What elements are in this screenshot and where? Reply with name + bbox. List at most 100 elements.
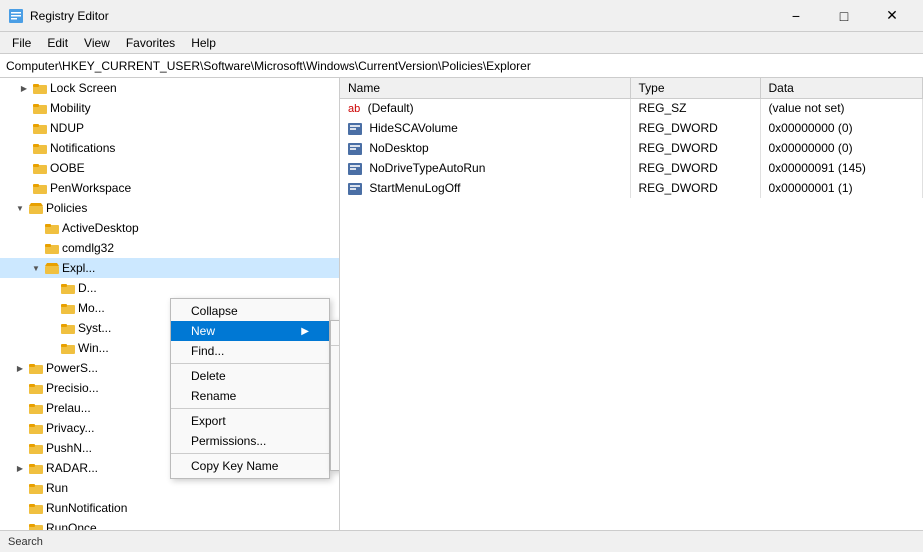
tree-item-run[interactable]: Run — [0, 478, 339, 498]
reg-type: REG_DWORD — [630, 178, 760, 198]
folder-icon — [60, 300, 76, 316]
ctx-permissions[interactable]: Permissions... — [171, 431, 329, 451]
tree-arrow — [46, 342, 58, 354]
folder-open-icon — [44, 260, 60, 276]
menu-favorites[interactable]: Favorites — [118, 34, 183, 52]
menu-bar: File Edit View Favorites Help — [0, 32, 923, 54]
menu-view[interactable]: View — [76, 34, 118, 52]
ab-icon: ab — [348, 103, 360, 115]
sub-key[interactable]: Key — [331, 323, 340, 343]
minimize-button[interactable]: − — [773, 0, 819, 32]
table-row[interactable]: StartMenuLogOff REG_DWORD 0x00000001 (1) — [340, 178, 923, 198]
reg-type: REG_DWORD — [630, 118, 760, 138]
tree-item-ndup[interactable]: NDUP — [0, 118, 339, 138]
reg-value-icon — [348, 143, 362, 155]
sub-binary-value[interactable]: Binary Value — [331, 368, 340, 388]
tree-label: Mo... — [78, 301, 105, 315]
tree-arrow — [18, 162, 30, 174]
folder-icon — [28, 520, 44, 530]
window-title: Registry Editor — [30, 9, 773, 23]
folder-icon — [60, 280, 76, 296]
sub-separator-1 — [331, 345, 340, 346]
tree-item-activedesktop[interactable]: ActiveDesktop — [0, 218, 339, 238]
folder-icon — [32, 120, 48, 136]
ctx-copy-key-name[interactable]: Copy Key Name — [171, 456, 329, 476]
folder-icon — [28, 360, 44, 376]
menu-file[interactable]: File — [4, 34, 39, 52]
ctx-separator-3 — [171, 453, 329, 454]
context-menu: Collapse New ▶ Find... Delete Rename Exp… — [170, 298, 330, 479]
sub-qword-value[interactable]: QWORD (64-bit) Value — [331, 408, 340, 428]
reg-type: REG_DWORD — [630, 158, 760, 178]
tree-item-comdlg32[interactable]: comdlg32 — [0, 238, 339, 258]
close-button[interactable]: ✕ — [869, 0, 915, 32]
ctx-collapse[interactable]: Collapse — [171, 301, 329, 321]
reg-data: 0x00000000 (0) — [760, 138, 923, 158]
tree-item-policies[interactable]: ▼ Policies — [0, 198, 339, 218]
tree-item-explorer[interactable]: ▼ Expl... — [0, 258, 339, 278]
table-row[interactable]: ab (Default) REG_SZ (value not set) — [340, 98, 923, 118]
tree-label: RunNotification — [46, 501, 127, 515]
tree-item-mobility[interactable]: Mobility — [0, 98, 339, 118]
reg-name: ab (Default) — [340, 98, 630, 118]
sub-string-value[interactable]: String Value — [331, 348, 340, 368]
table-row[interactable]: NoDesktop REG_DWORD 0x00000000 (0) — [340, 138, 923, 158]
window-controls: − □ ✕ — [773, 0, 915, 32]
tree-label: ActiveDesktop — [62, 221, 139, 235]
tree-label: OOBE — [50, 161, 85, 175]
tree-arrow — [14, 442, 26, 454]
table-row[interactable]: NoDriveTypeAutoRun REG_DWORD 0x00000091 … — [340, 158, 923, 178]
folder-icon — [32, 180, 48, 196]
tree-arrow: ▶ — [14, 462, 26, 474]
tree-item-penworkspace[interactable]: PenWorkspace — [0, 178, 339, 198]
tree-arrow — [18, 122, 30, 134]
tree-label: PenWorkspace — [50, 181, 131, 195]
tree-arrow — [14, 522, 26, 530]
reg-type: REG_DWORD — [630, 138, 760, 158]
folder-icon — [32, 160, 48, 176]
sub-multi-string[interactable]: Multi-String Value — [331, 428, 340, 448]
registry-table: Name Type Data ab (Default) REG_SZ (valu… — [340, 78, 923, 198]
sub-expandable-string[interactable]: Expandable String Value — [331, 448, 340, 468]
folder-icon — [60, 340, 76, 356]
ctx-label: Find... — [191, 344, 224, 358]
reg-name: NoDriveTypeAutoRun — [340, 158, 630, 178]
tree-item-d[interactable]: D... — [0, 278, 339, 298]
status-text: Search — [8, 536, 43, 548]
tree-label: Prelau... — [46, 401, 91, 415]
menu-edit[interactable]: Edit — [39, 34, 76, 52]
ctx-export[interactable]: Export — [171, 411, 329, 431]
folder-icon — [28, 480, 44, 496]
ctx-separator-1 — [171, 363, 329, 364]
tree-arrow — [46, 302, 58, 314]
sub-dword-value[interactable]: DWORD (32-bit) Value — [331, 388, 340, 408]
ctx-rename[interactable]: Rename — [171, 386, 329, 406]
tree-label: Run — [46, 481, 68, 495]
folder-icon — [44, 220, 60, 236]
maximize-button[interactable]: □ — [821, 0, 867, 32]
folder-icon — [28, 420, 44, 436]
ctx-new[interactable]: New ▶ — [171, 321, 329, 341]
address-path: Computer\HKEY_CURRENT_USER\Software\Micr… — [6, 59, 531, 73]
tree-item-oobe[interactable]: OOBE — [0, 158, 339, 178]
tree-item-runonce[interactable]: RunOnce — [0, 518, 339, 530]
tree-label: Notifications — [50, 141, 115, 155]
reg-data: 0x00000091 (145) — [760, 158, 923, 178]
tree-item-runnotification[interactable]: RunNotification — [0, 498, 339, 518]
tree-item-lock-screen[interactable]: ▶ Lock Screen — [0, 78, 339, 98]
tree-label: NDUP — [50, 121, 84, 135]
tree-item-notifications[interactable]: Notifications — [0, 138, 339, 158]
folder-icon — [28, 460, 44, 476]
folder-icon — [32, 100, 48, 116]
menu-help[interactable]: Help — [183, 34, 224, 52]
ctx-find[interactable]: Find... — [171, 341, 329, 361]
tree-arrow — [30, 242, 42, 254]
reg-value-icon — [348, 163, 362, 175]
ctx-delete[interactable]: Delete — [171, 366, 329, 386]
ctx-label: Export — [191, 414, 226, 428]
ctx-label: Copy Key Name — [191, 459, 278, 473]
tree-arrow — [18, 142, 30, 154]
tree-arrow — [14, 482, 26, 494]
table-row[interactable]: HideSCAVolume REG_DWORD 0x00000000 (0) — [340, 118, 923, 138]
col-data: Data — [760, 78, 923, 98]
